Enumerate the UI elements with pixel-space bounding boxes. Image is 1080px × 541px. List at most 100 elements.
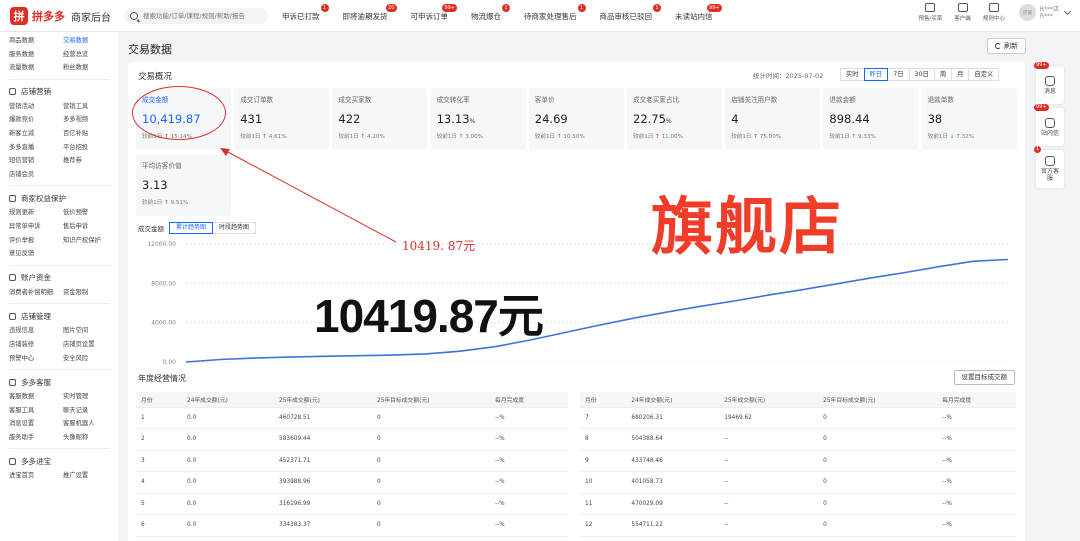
sidebar-item[interactable]: 多多视频 [63, 113, 117, 127]
topnav-item-5[interactable]: 商品审核已驳回 1 [600, 4, 661, 22]
sidebar-item[interactable]: 商品数据 [9, 34, 63, 48]
refresh-icon [995, 43, 1001, 49]
sidebar-item[interactable]: 推广设置 [63, 469, 117, 483]
sidebar-data-group: 商品数据 交易数据 服务数据 经营总览 流量数据 粉丝数据 [0, 32, 118, 75]
sidebar-item[interactable]: 推荐券 [63, 154, 117, 168]
date-tab-4[interactable]: 周 [933, 68, 953, 81]
logo[interactable]: 拼 拼多多 商家后台 [10, 7, 111, 25]
sidebar-item[interactable]: 客服数据 [9, 390, 63, 404]
sidebar-item[interactable]: 经营总览 [63, 48, 117, 62]
sidebar-item[interactable]: 评价举报 [9, 234, 63, 248]
sidebar-group-title[interactable]: 多多进宝 [9, 453, 118, 469]
sidebar-item[interactable]: 多多直播 [9, 141, 63, 155]
notification-badge: 1 [577, 4, 586, 12]
sidebar-item[interactable]: 交易数据 [63, 34, 117, 48]
table-cell: 583609.44 [274, 428, 372, 451]
series-line-0[interactable] [185, 258, 1009, 363]
table-cell: -- [719, 493, 819, 515]
sidebar-item[interactable]: 营销工具 [63, 100, 117, 114]
table-cell: 9 [580, 450, 627, 472]
user-name[interactable]: R***店 R*** [1040, 6, 1059, 20]
sidebar-item[interactable]: 意见反馈 [9, 247, 63, 261]
metric-card[interactable]: 退款金额 898.44 较前1日 ↑ 9.33% [823, 88, 919, 150]
float-item-1[interactable]: 99+ 站内信 [1034, 104, 1064, 146]
date-tab-6[interactable]: 自定义 [968, 68, 1000, 81]
top-tool-2[interactable]: 规则中心 [983, 3, 1005, 22]
sidebar-item[interactable]: 异常单申诉 [9, 220, 63, 234]
metric-compare: 较前1日 ↑ 9.33% [829, 134, 876, 140]
topnav-item-0[interactable]: 申诉已打款 1 [282, 4, 329, 22]
bell-icon [1045, 75, 1055, 86]
global-search[interactable] [124, 8, 268, 24]
sidebar-item[interactable]: 营销活动 [9, 100, 63, 114]
sidebar-item[interactable]: 短信营销 [9, 154, 63, 168]
sidebar-item[interactable]: 预警中心 [9, 352, 63, 366]
float-item-2[interactable]: 1 官方客服 [1034, 146, 1064, 188]
sidebar-item[interactable]: 客服机器人 [63, 417, 117, 431]
sidebar-item[interactable]: 聊天记录 [63, 404, 117, 418]
table-header: 25年目标成交额(元) [818, 392, 938, 408]
sidebar-group-title[interactable]: 账户资金 [9, 270, 118, 286]
tab-cumulative-trend[interactable]: 累计趋势图 [169, 222, 214, 234]
table-header: 每月完成度 [490, 392, 568, 408]
metric-value: 22.75% [633, 112, 672, 126]
sidebar-item[interactable]: 百亿补贴 [63, 127, 117, 141]
date-tab-1[interactable]: 昨日 [863, 68, 889, 81]
sidebar-group-title[interactable]: 店铺管理 [9, 308, 118, 324]
rules-icon [988, 3, 999, 12]
refresh-button[interactable]: 刷新 [987, 38, 1026, 54]
metric-card[interactable]: 成交老买家占比 22.75% 较前1日 ↑ 11.00% [627, 88, 722, 150]
sidebar-item[interactable]: 消费者补偿明细 [9, 286, 63, 300]
table-cell: --% [490, 407, 568, 429]
date-tab-3[interactable]: 30日 [908, 68, 935, 81]
sidebar-item[interactable]: 头像昵称 [63, 431, 117, 445]
float-item-0[interactable]: 99+ 消息 [1034, 62, 1064, 104]
sidebar-item[interactable]: 实时管理 [63, 390, 117, 404]
chevron-down-icon[interactable] [1063, 7, 1072, 15]
set-target-button[interactable]: 设置目标成交额 [953, 370, 1015, 385]
sidebar-item[interactable]: 消息设置 [9, 417, 63, 431]
metric-card[interactable]: 退款单数 38 较前1日 ↓ 7.32% [921, 88, 1017, 150]
date-tab-5[interactable]: 月 [951, 68, 970, 81]
table-cell: 0 [818, 471, 938, 494]
topnav-item-4[interactable]: 待商家处理售后 1 [524, 4, 586, 22]
sidebar-item[interactable]: 规则更新 [9, 206, 63, 220]
sidebar-item[interactable]: 爆款竞价 [9, 113, 63, 127]
top-tool-label: 客户端 [954, 16, 971, 22]
sidebar-group-title[interactable]: 商家权益保护 [9, 190, 118, 206]
topnav-item-1[interactable]: 即将逾期发货 20 [343, 4, 397, 22]
sidebar-item[interactable]: 服务数据 [9, 48, 63, 62]
sidebar-item[interactable]: 进宝首页 [9, 469, 63, 483]
avatar[interactable]: 店铺 [1018, 4, 1036, 21]
date-tab-0[interactable]: 实时 [840, 68, 865, 81]
sidebar-item[interactable]: 店铺页设置 [63, 338, 117, 352]
search-input[interactable] [143, 12, 263, 20]
sidebar-item[interactable]: 平台招投 [63, 141, 117, 155]
sidebar-item[interactable]: 店铺装修 [9, 338, 63, 352]
table-row: 10 401058.73 -- 0 --% [580, 471, 1016, 494]
sidebar-item[interactable]: 客服工具 [9, 404, 63, 418]
sidebar-item[interactable]: 资金限制 [63, 286, 117, 300]
top-tool-0[interactable]: 预售/买菜 [918, 3, 942, 22]
sidebar-item[interactable]: 售后申诉 [63, 220, 117, 234]
topnav-item-3[interactable]: 物流爆仓 1 [471, 4, 510, 22]
table-cell: 2 [136, 428, 182, 451]
sidebar-group-title[interactable]: 多多客服 [9, 374, 118, 390]
sidebar-item[interactable]: 流量数据 [9, 61, 63, 75]
sidebar-item[interactable]: 店铺会员 [9, 168, 63, 182]
sidebar-item[interactable]: 违规信息 [9, 324, 63, 338]
sidebar-item[interactable]: 低价预警 [63, 206, 117, 220]
sidebar-item[interactable]: 图片空间 [63, 324, 117, 338]
metric-card[interactable]: 店铺关注用户数 4 较前1日 ↑ 75.00% [725, 88, 821, 150]
top-tool-1[interactable]: 客户端 [954, 3, 971, 22]
date-tab-2[interactable]: 7日 [887, 68, 910, 81]
sidebar-item[interactable]: 安全风险 [63, 352, 117, 366]
topnav-item-6[interactable]: 未读站内信 99+ [675, 4, 722, 22]
metric-card[interactable]: 客单价 24.69 较前1日 ↑ 10.50% [528, 88, 624, 150]
sidebar-item[interactable]: 粉丝数据 [63, 61, 117, 75]
sidebar-item[interactable]: 服务助手 [9, 431, 63, 445]
sidebar-item[interactable]: 知识产权保护 [63, 234, 117, 248]
sidebar-item[interactable]: 新客立减 [9, 127, 63, 141]
topnav-item-2[interactable]: 可申诉订单 99+ [411, 4, 457, 22]
sidebar-group-title[interactable]: 店铺营销 [9, 84, 118, 100]
